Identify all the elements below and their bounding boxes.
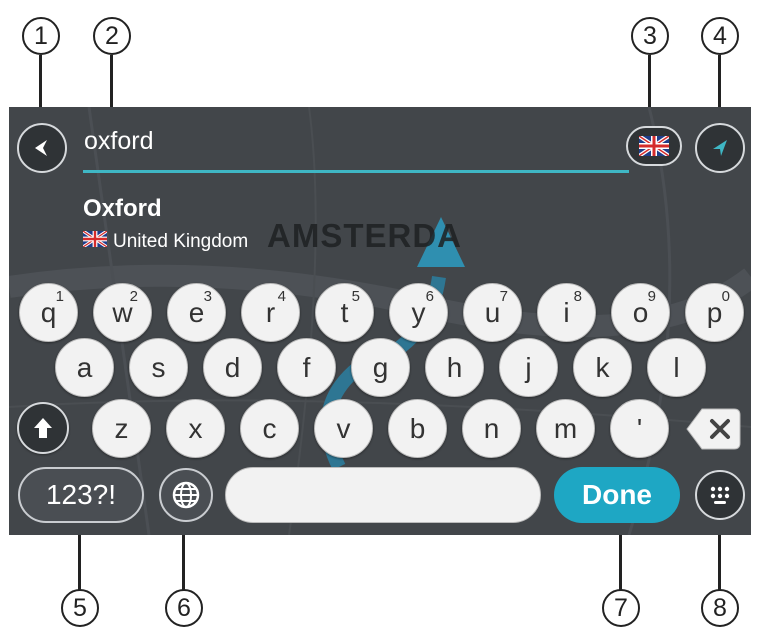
callout-3: 3 [631, 17, 669, 55]
key-label: x [188, 412, 203, 444]
key-label: p [706, 296, 723, 328]
callout-1: 1 [22, 17, 60, 55]
key-z[interactable]: z [92, 399, 151, 458]
key-label: k [595, 351, 610, 383]
key-number: 5 [351, 288, 360, 305]
shift-arrow-icon [34, 418, 52, 438]
key-label: q [40, 296, 57, 328]
key-c[interactable]: c [240, 399, 299, 458]
key-r[interactable]: r4 [241, 283, 300, 342]
key-o[interactable]: o9 [611, 283, 670, 342]
key-u[interactable]: u7 [463, 283, 522, 342]
globe-icon [172, 481, 200, 509]
space-bar[interactable] [225, 467, 541, 523]
key-label: e [188, 296, 205, 328]
shift-key[interactable] [17, 402, 69, 454]
key-h[interactable]: h [425, 338, 484, 397]
uk-flag-icon [83, 231, 107, 247]
key-number: 7 [499, 288, 508, 305]
key-number: 2 [129, 288, 138, 305]
key-label: h [446, 351, 463, 383]
key-label: y [411, 296, 426, 328]
uk-flag-icon [639, 136, 669, 156]
search-input[interactable]: oxford [84, 127, 153, 156]
key-t[interactable]: t5 [315, 283, 374, 342]
key-number: 4 [277, 288, 286, 305]
country-button[interactable] [626, 126, 682, 166]
key-label: g [372, 351, 389, 383]
key-label: v [336, 412, 351, 444]
key-label: s [151, 351, 166, 383]
result-country: United Kingdom [113, 231, 249, 252]
key-x[interactable]: x [166, 399, 225, 458]
callout-5: 5 [61, 589, 99, 627]
key-label: u [484, 296, 501, 328]
key-b[interactable]: b [388, 399, 447, 458]
backspace-key[interactable] [684, 399, 744, 458]
key-number: 8 [573, 288, 582, 305]
key-a[interactable]: a [55, 338, 114, 397]
key-number: 0 [721, 288, 730, 305]
key-m[interactable]: m [536, 399, 595, 458]
callout-2: 2 [93, 17, 131, 55]
key-p[interactable]: p0 [685, 283, 744, 342]
key-label: l [673, 351, 680, 383]
key-label: n [483, 412, 500, 444]
backspace-icon [686, 408, 741, 449]
key-label: z [114, 412, 129, 444]
result-name[interactable]: Oxford [83, 195, 162, 223]
key-n[interactable]: n [462, 399, 521, 458]
key-s[interactable]: s [129, 338, 188, 397]
done-button[interactable]: Done [554, 467, 680, 523]
back-arrow-icon [35, 140, 47, 156]
symbols-key[interactable]: 123?! [18, 467, 144, 523]
key-e[interactable]: e3 [167, 283, 226, 342]
callout-4: 4 [701, 17, 739, 55]
hide-keyboard-button[interactable] [695, 470, 745, 520]
key-w[interactable]: w2 [93, 283, 152, 342]
callout-6: 6 [165, 589, 203, 627]
key-j[interactable]: j [499, 338, 558, 397]
search-underline [83, 170, 629, 173]
keyboard-dots-icon [710, 486, 730, 504]
key-label: b [409, 412, 426, 444]
key-g[interactable]: g [351, 338, 410, 397]
map-city-label: AMSTERDA [267, 217, 462, 254]
key-number: 6 [425, 288, 434, 305]
key-apostrophe[interactable]: ' [610, 399, 669, 458]
key-d[interactable]: d [203, 338, 262, 397]
key-number: 9 [647, 288, 656, 305]
key-v[interactable]: v [314, 399, 373, 458]
key-f[interactable]: f [277, 338, 336, 397]
language-button[interactable] [159, 468, 213, 522]
key-number: 3 [203, 288, 212, 305]
key-label: o [632, 296, 649, 328]
device-screen: AMSTERDA oxford Oxford United Kingdom q … [9, 107, 751, 535]
key-label: f [302, 351, 311, 383]
key-i[interactable]: i8 [537, 283, 596, 342]
callout-7: 7 [602, 589, 640, 627]
key-label: c [262, 412, 277, 444]
key-k[interactable]: k [573, 338, 632, 397]
key-label: t [340, 296, 349, 328]
key-label: j [525, 351, 532, 383]
key-label: ' [636, 412, 643, 444]
key-label: a [76, 351, 93, 383]
key-label: i [563, 296, 570, 328]
navigation-arrow-icon [713, 140, 727, 156]
back-button[interactable] [17, 123, 67, 173]
key-label: m [553, 412, 578, 444]
callout-8: 8 [701, 589, 739, 627]
key-y[interactable]: y6 [389, 283, 448, 342]
key-label: d [224, 351, 241, 383]
key-q[interactable]: q1 [19, 283, 78, 342]
key-number: 1 [55, 288, 64, 305]
key-l[interactable]: l [647, 338, 706, 397]
key-label: r [265, 296, 276, 328]
navigation-button[interactable] [695, 123, 745, 173]
